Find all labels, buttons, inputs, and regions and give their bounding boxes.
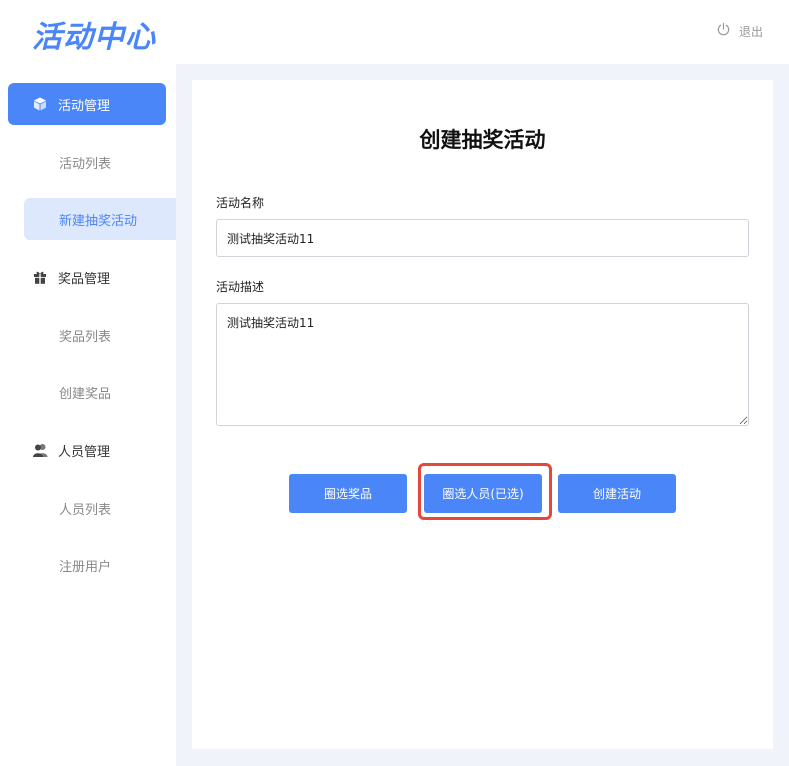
sidebar-group-activity-management[interactable]: 活动管理 bbox=[8, 83, 166, 125]
logout-button[interactable]: 退出 bbox=[716, 22, 763, 40]
activity-name-label: 活动名称 bbox=[216, 196, 265, 210]
sidebar-item-label: 注册用户 bbox=[59, 559, 112, 575]
sidebar-item-label: 创建奖品 bbox=[59, 386, 112, 402]
sidebar-item-label: 新建抽奖活动 bbox=[59, 213, 138, 229]
top-header: 活动中心 退出 bbox=[0, 0, 789, 64]
activity-name-input[interactable] bbox=[216, 219, 749, 257]
users-icon bbox=[32, 442, 48, 458]
sidebar-group-people-management[interactable]: 人员管理 bbox=[8, 429, 166, 471]
create-activity-button[interactable]: 创建活动 bbox=[558, 474, 676, 513]
gift-icon bbox=[32, 269, 48, 285]
power-icon bbox=[716, 22, 731, 40]
activity-description-label: 活动描述 bbox=[216, 280, 265, 294]
sidebar-group-label: 人员管理 bbox=[58, 444, 111, 460]
sidebar-item-prize-list[interactable]: 奖品列表 bbox=[24, 314, 176, 356]
sidebar-item-activity-list[interactable]: 活动列表 bbox=[24, 141, 176, 183]
sidebar-item-label: 人员列表 bbox=[59, 502, 112, 518]
select-people-button[interactable]: 圈选人员(已选) bbox=[424, 474, 542, 513]
sidebar-group-label: 活动管理 bbox=[58, 98, 111, 114]
sidebar-item-label: 奖品列表 bbox=[59, 329, 112, 345]
activity-description-input[interactable]: 测试抽奖活动11 bbox=[216, 303, 749, 426]
cube-icon bbox=[32, 96, 48, 112]
sidebar-item-register-user[interactable]: 注册用户 bbox=[24, 544, 176, 586]
logout-label: 退出 bbox=[738, 24, 763, 39]
select-prizes-button[interactable]: 圈选奖品 bbox=[289, 474, 407, 513]
sidebar-group-prize-management[interactable]: 奖品管理 bbox=[8, 256, 166, 298]
sidebar-item-people-list[interactable]: 人员列表 bbox=[24, 487, 176, 529]
page-title: 创建抽奖活动 bbox=[419, 128, 546, 152]
sidebar-item-new-lottery[interactable]: 新建抽奖活动 bbox=[24, 198, 176, 240]
app-logo: 活动中心 bbox=[32, 20, 156, 55]
sidebar-item-label: 活动列表 bbox=[59, 156, 112, 172]
sidebar-item-create-prize[interactable]: 创建奖品 bbox=[24, 371, 176, 413]
sidebar-group-label: 奖品管理 bbox=[58, 271, 111, 287]
